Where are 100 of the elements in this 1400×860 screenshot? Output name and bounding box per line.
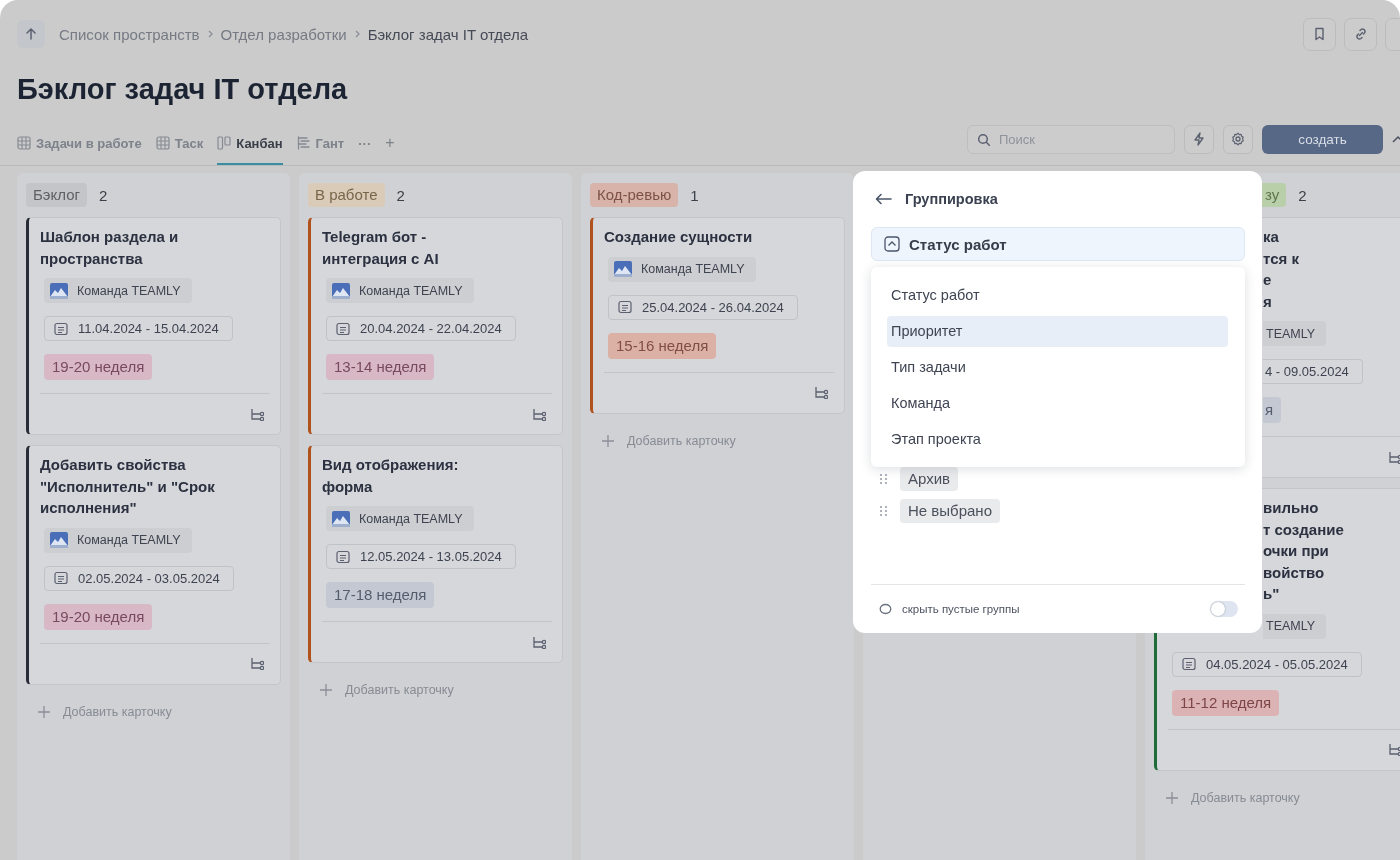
task-card[interactable]: Создание сущности Команда TEAMLY 25.04.2024 - 26.04.2024 15-16 неделя: [590, 217, 845, 414]
kanban-icon: [217, 136, 232, 150]
status-label: В работе: [308, 183, 385, 207]
calendar-icon: [618, 300, 632, 314]
team-name: Команда TEAMLY: [77, 533, 181, 547]
subtasks-icon: [532, 407, 546, 421]
card-title: Telegram бот - интеграция с AI: [322, 227, 439, 269]
chevron-up-icon: [884, 236, 900, 252]
lightning-icon: [1192, 132, 1206, 146]
calendar-icon: [54, 321, 68, 336]
group-label: Архив: [900, 467, 959, 491]
card-title: Вид отображения: форма: [322, 455, 459, 497]
plus-icon: [1166, 791, 1178, 804]
menu-item[interactable]: Тип задачи: [887, 352, 1228, 383]
plus-icon: [38, 705, 50, 718]
page-title: Бэклог задач IT отдела: [17, 72, 349, 107]
calendar-icon: [336, 549, 350, 564]
team-name: Команда TEAMLY: [359, 283, 463, 298]
calendar-icon: [336, 321, 350, 336]
card-title: ка тся к е я: [1263, 227, 1299, 312]
status-label: Код-ревью: [590, 183, 679, 207]
menu-item[interactable]: Статус работ: [887, 280, 1228, 311]
search-field[interactable]: Поиск: [967, 124, 1175, 154]
subtasks-icon: [1388, 450, 1400, 464]
date-text: 25.04.2024 - 26.04.2024: [642, 299, 784, 315]
task-card[interactable]: Добавить свойства "Исполнитель" и "Срок исполнения" Команда TEAMLY 02.05.2024 - 03.05.2024 19-20 неделя: [26, 445, 281, 685]
date-text: 20.04.2024 - 22.04.2024: [360, 321, 502, 336]
card-title: Добавить свойства "Исполнитель" и "Срок исполнения": [40, 455, 215, 518]
week-tag: 13-14 неделя: [326, 354, 435, 380]
link-icon: [1353, 27, 1368, 41]
grouping-select[interactable]: Статус работ: [871, 227, 1245, 261]
card-title: Шаблон раздела и пространства: [40, 227, 179, 269]
drag-handle-icon[interactable]: [879, 473, 888, 485]
team-name: TEAMLY: [1266, 326, 1316, 341]
drag-handle-icon[interactable]: [879, 505, 888, 517]
back-arrow-icon: [875, 193, 893, 205]
settings-icon: [1231, 132, 1245, 146]
up-arrow-icon: [24, 27, 38, 41]
menu-item[interactable]: Приоритет: [887, 316, 1228, 347]
calendar-icon: [1182, 657, 1196, 671]
team-name: Команда TEAMLY: [77, 283, 181, 298]
menu-item[interactable]: Этап проекта: [887, 424, 1228, 455]
table-icon: [17, 136, 31, 150]
automation-button[interactable]: [1184, 124, 1214, 154]
subtasks-icon: [1388, 743, 1400, 756]
bookmark-button[interactable]: [1303, 17, 1336, 51]
week-tag: 11-12 неделя: [1172, 689, 1280, 716]
week-tag: 19-20 неделя: [44, 603, 153, 630]
link-button[interactable]: [1344, 17, 1377, 51]
subtasks-icon: [250, 657, 264, 670]
toggle-label: скрыть пустые группы: [902, 603, 1021, 615]
plus-icon: [602, 434, 614, 447]
week-tag: 17-18 неделя: [326, 582, 435, 608]
task-card[interactable]: Telegram бот - интеграция с AI Команда TEAMLY 20.04.2024 - 22.04.2024 13-14 неделя: [308, 217, 563, 435]
date-text: 02.05.2024 - 03.05.2024: [78, 570, 220, 586]
status-label: зу: [1262, 183, 1287, 207]
up-button[interactable]: [17, 20, 45, 48]
week-tag: 15-16 неделя: [608, 332, 717, 359]
bookmark-icon: [1313, 27, 1326, 41]
gantt-icon: [296, 136, 311, 150]
chevron-right-icon: [353, 29, 361, 39]
panel-title: Группировка: [905, 191, 998, 207]
week-tag: 19-20 неделя: [44, 354, 153, 380]
hide-empty-toggle[interactable]: [1210, 601, 1238, 617]
team-avatar-icon: [614, 261, 632, 277]
team-avatar-icon: [50, 282, 68, 299]
date-text: 04.05.2024 - 05.05.2024: [1206, 656, 1348, 672]
team-name: TEAMLY: [1266, 619, 1316, 633]
task-card[interactable]: Шаблон раздела и пространства Команда TEAMLY 11.04.2024 - 15.04.2024 19-20 неделя: [26, 217, 281, 435]
date-text: 12.05.2024 - 13.05.2024: [360, 549, 502, 564]
team-avatar-icon: [50, 532, 68, 548]
week-tag: я: [1263, 397, 1282, 423]
card-title: вильно т создание очки при войство ь": [1263, 498, 1344, 604]
caret-up-icon: [1392, 134, 1400, 144]
settings-button[interactable]: [1223, 124, 1253, 154]
card-count: 2: [1298, 186, 1307, 204]
date-text: 11.04.2024 - 15.04.2024: [78, 321, 219, 336]
team-avatar-icon: [332, 282, 350, 299]
team-avatar-icon: [332, 510, 350, 527]
date-text: 4 - 09.05.2024: [1265, 364, 1349, 379]
ring-icon: [879, 603, 892, 615]
table-icon: [155, 136, 170, 150]
chevron-right-icon: [206, 29, 214, 39]
plus-icon: [320, 684, 332, 696]
subtasks-icon: [250, 407, 264, 421]
card-count: 1: [690, 186, 699, 204]
status-label: Бэклог: [26, 183, 87, 207]
group-label: Не выбрано: [900, 499, 1000, 523]
back-button[interactable]: [875, 193, 893, 205]
create-button[interactable]: создать: [1262, 124, 1383, 154]
menu-item[interactable]: Команда: [887, 388, 1228, 419]
selected-value: Статус работ: [909, 235, 1007, 253]
view-tab[interactable]: Канбан: [217, 121, 283, 165]
card-title: Создание сущности: [604, 227, 753, 247]
task-card[interactable]: Вид отображения: форма Команда TEAMLY 12.05.2024 - 13.05.2024 17-18 неделя: [308, 445, 563, 663]
team-name: Команда TEAMLY: [641, 262, 745, 276]
card-count: 2: [98, 186, 108, 204]
subtasks-icon: [532, 635, 546, 649]
card-count: 2: [396, 186, 405, 204]
breadcrumb-link[interactable]: Бэклог задач IT отдела: [367, 25, 529, 43]
